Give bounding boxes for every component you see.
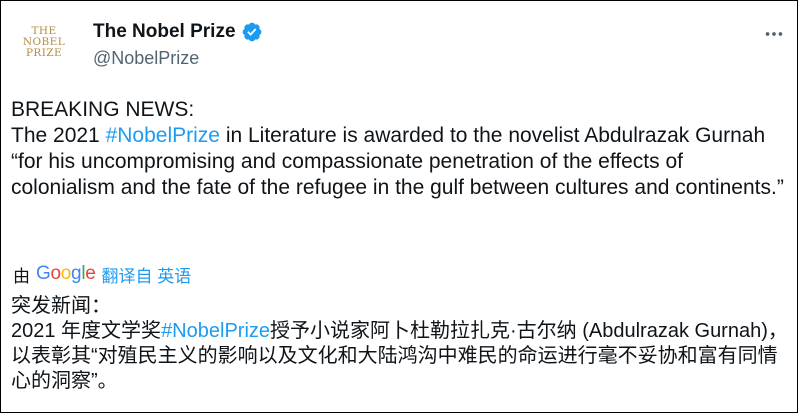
google-logo: Google bbox=[36, 263, 96, 285]
google-letter-e: e bbox=[85, 263, 96, 284]
translated-by-label: 由 bbox=[13, 266, 30, 286]
tweet-body: The 2021 #NobelPrize in Literature is aw… bbox=[11, 123, 791, 201]
verified-badge-icon bbox=[241, 21, 263, 43]
hashtag-link[interactable]: #NobelPrize bbox=[106, 124, 220, 147]
translated-from-link[interactable]: 翻译自 英语 bbox=[102, 262, 192, 287]
translation-attribution: 由 Google 翻译自 英语 bbox=[13, 262, 191, 286]
avatar-line-2: NOBEL bbox=[22, 35, 66, 48]
tweet-card: THE NOBEL PRIZE The Nobel Prize @NobelPr… bbox=[0, 0, 798, 413]
tweet-header: THE NOBEL PRIZE The Nobel Prize @NobelPr… bbox=[19, 15, 789, 75]
avatar-line-1: THE bbox=[31, 24, 57, 37]
translated-hashtag-link[interactable]: #NobelPrize bbox=[161, 320, 270, 342]
translated-part-1: 2021 年度文学奖 bbox=[11, 320, 162, 342]
tweet-text: BREAKING NEWS: The 2021 #NobelPrize in L… bbox=[11, 97, 791, 201]
tweet-body-part-1: The 2021 bbox=[11, 124, 106, 147]
translated-line-breaking: 突发新闻： bbox=[11, 295, 111, 317]
avatar[interactable]: THE NOBEL PRIZE bbox=[19, 17, 69, 67]
avatar-line-3: PRIZE bbox=[25, 46, 63, 59]
google-letter-o1: o bbox=[50, 263, 61, 284]
author-handle[interactable]: @NobelPrize bbox=[93, 48, 263, 69]
google-letter-g: G bbox=[36, 263, 51, 284]
more-options-button[interactable] bbox=[763, 23, 785, 45]
display-name[interactable]: The Nobel Prize bbox=[93, 21, 236, 43]
translated-body: 2021 年度文学奖#NobelPrize授予小说家阿卜杜勒拉扎克·古尔纳 (A… bbox=[11, 319, 791, 394]
author-names: The Nobel Prize @NobelPrize bbox=[93, 21, 263, 69]
display-name-row: The Nobel Prize bbox=[93, 21, 263, 43]
more-icon bbox=[765, 32, 783, 36]
translated-text: 突发新闻： 2021 年度文学奖#NobelPrize授予小说家阿卜杜勒拉扎克·… bbox=[11, 294, 791, 394]
google-letter-o2: o bbox=[60, 263, 72, 284]
tweet-line-breaking: BREAKING NEWS: bbox=[11, 98, 195, 121]
google-letter-g2: g bbox=[71, 263, 82, 284]
